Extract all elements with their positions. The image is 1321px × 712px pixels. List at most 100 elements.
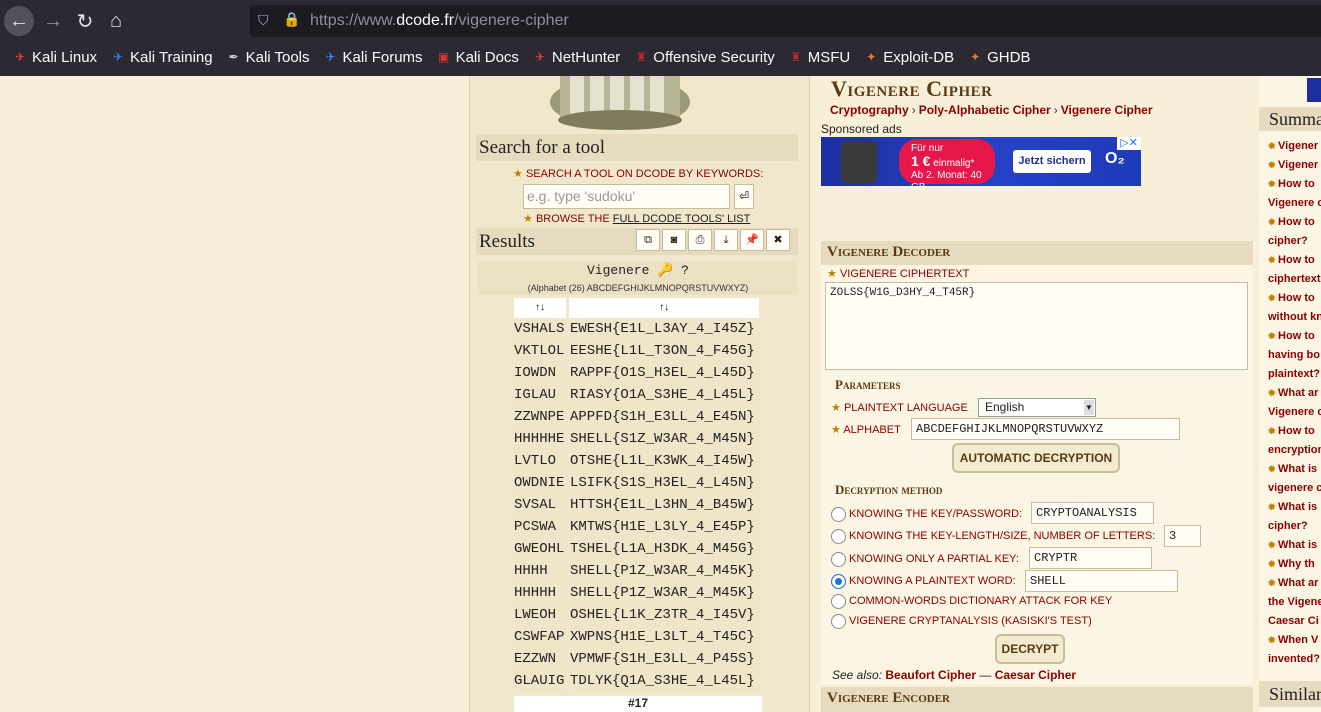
summary-item[interactable]: ✹ What ar: [1268, 574, 1318, 593]
home-button[interactable]: ⌂: [101, 6, 131, 36]
bookmark-item[interactable]: ✒ Kali Tools: [226, 49, 310, 66]
summary-item[interactable]: plaintext?: [1268, 365, 1320, 384]
search-submit-button[interactable]: ⏎: [734, 184, 754, 209]
summary-item[interactable]: cipher?: [1268, 232, 1308, 251]
ad-banner[interactable]: Für nur 1 € einmalig* Ab 2. Monat: 40 GB J…: [821, 137, 1141, 193]
radio-key[interactable]: [831, 507, 846, 522]
summary-item[interactable]: ✹ Vigener: [1268, 156, 1318, 175]
forward-button[interactable]: →: [38, 6, 68, 36]
results-table: ↑↓ ↑↓ VSHALS EWESH{E1L_L3AY_4_I45Z} VKTLOL…: [514, 298, 762, 692]
bookmark-item[interactable]: ✈ NetHunter: [532, 49, 620, 66]
star-icon: ★: [827, 268, 837, 280]
lock-icon: 🔒: [283, 11, 301, 27]
radio-dictionary-attack[interactable]: [831, 594, 846, 609]
bookmark-item[interactable]: ♜ Offensive Security: [633, 49, 775, 66]
ad-cta-button[interactable]: Jetzt sichern: [1013, 150, 1091, 173]
summary-item[interactable]: ✹ How to: [1268, 213, 1315, 232]
full-tools-list-link[interactable]: FULL DCODE TOOLS' LIST: [613, 213, 751, 225]
summary-item[interactable]: ciphertext: [1268, 270, 1321, 289]
plaintext-word-input[interactable]: SHELL: [1025, 570, 1178, 592]
screenshot-button[interactable]: ◙: [662, 229, 686, 251]
summary-item-label: plaintext?: [1268, 368, 1320, 380]
bookmark-item[interactable]: ✈ Kali Training: [110, 49, 213, 66]
key-input[interactable]: CRYPTOANALYSIS: [1031, 502, 1154, 524]
search-heading: Search for a tool: [476, 134, 798, 161]
summary-item[interactable]: ✹ Why th: [1268, 555, 1315, 574]
key-length-input[interactable]: 3: [1164, 525, 1201, 547]
breadcrumb-link[interactable]: Cryptography: [830, 103, 909, 117]
bullet-icon: ✹: [1268, 217, 1279, 227]
ad-offer: Für nur 1 € einmalig* Ab 2. Monat: 40 GB: [899, 139, 995, 193]
beaufort-link[interactable]: Beaufort Cipher: [885, 668, 976, 682]
summary-item[interactable]: ✹ How to: [1268, 422, 1315, 441]
search-input[interactable]: e.g. type 'sudoku': [523, 184, 730, 209]
summary-item[interactable]: having bo: [1268, 346, 1320, 365]
search-label: ★ SEARCH A TOOL ON DCODE BY KEYWORDS:: [513, 168, 764, 180]
summary-item-label: What ar: [1278, 387, 1319, 399]
back-button[interactable]: ←: [4, 6, 34, 36]
summary-item[interactable]: ✹ How to: [1268, 289, 1315, 308]
url-bar[interactable]: ⛉ 🔒 https://www.dcode.fr/vigenere-cipher: [250, 5, 1321, 37]
bookmark-item[interactable]: ✈ Kali Linux: [12, 49, 97, 66]
summary-item[interactable]: Vigenere c: [1268, 194, 1321, 213]
summary-item-label: invented?: [1268, 653, 1320, 665]
bookmark-label: Kali Training: [130, 48, 213, 66]
summary-item-label: cipher?: [1268, 520, 1308, 532]
reload-button[interactable]: ↻: [70, 6, 100, 36]
summary-item[interactable]: ✹ Vigener: [1268, 137, 1318, 156]
table-row: LWEOH OSHEL{L1K_Z3TR_4_I45V}: [514, 604, 762, 626]
download-button[interactable]: ⤓: [714, 229, 738, 251]
summary-item[interactable]: ✹ How to: [1268, 327, 1315, 346]
partial-key-input[interactable]: CRYPTR: [1029, 547, 1152, 569]
summary-item[interactable]: cipher?: [1268, 517, 1308, 536]
download-icon: ⤓: [723, 234, 729, 246]
radio-partial-key[interactable]: [831, 552, 846, 567]
automatic-decryption-button[interactable]: AUTOMATIC DECRYPTION: [952, 443, 1120, 473]
table-row: IGLAU RIASY{O1A_S3HE_4_L45L}: [514, 384, 762, 406]
radio-key-length[interactable]: [831, 529, 846, 544]
summary-item[interactable]: ✹ When V: [1268, 631, 1318, 650]
summary-item-label: vigenere c: [1268, 482, 1321, 494]
url-text: https://www.dcode.fr/vigenere-cipher: [310, 12, 569, 29]
summary-item[interactable]: ✹ What ar: [1268, 384, 1318, 403]
bookmark-item[interactable]: ▣ Kali Docs: [436, 49, 519, 66]
ad-close-icon[interactable]: ▷✕: [1117, 137, 1141, 150]
bookmark-item[interactable]: ♜ MSFU: [788, 49, 850, 66]
summary-item[interactable]: invented?: [1268, 650, 1320, 669]
bookmark-item[interactable]: ✈ Kali Forums: [323, 49, 423, 66]
radio-kasiski[interactable]: [831, 614, 846, 629]
summary-item[interactable]: the Vigene: [1268, 593, 1321, 612]
close-results-button[interactable]: ✖: [766, 229, 790, 251]
summary-item[interactable]: ✹ How to: [1268, 251, 1315, 270]
alphabet-input[interactable]: ABCDEFGHIJKLMNOPQRSTUVWXYZ: [911, 418, 1180, 440]
camera-icon: ◙: [670, 234, 678, 246]
row-key: HHHHHE: [514, 428, 567, 450]
summary-item[interactable]: encryption: [1268, 441, 1321, 460]
sort-key-column[interactable]: ↑↓: [514, 298, 567, 318]
bookmark-item[interactable]: ✦ GHDB: [967, 49, 1030, 66]
print-button[interactable]: ⎙: [688, 229, 712, 251]
table-row: VSHALS EWESH{E1L_L3AY_4_I45Z}: [514, 318, 762, 340]
summary-item[interactable]: without kn: [1268, 308, 1321, 327]
summary-item[interactable]: ✹ What is: [1268, 498, 1317, 517]
row-key: HHHH: [514, 560, 567, 582]
decrypt-button[interactable]: DECRYPT: [995, 634, 1065, 664]
phone-image: [841, 141, 877, 183]
caesar-link[interactable]: Caesar Cipher: [995, 668, 1076, 682]
bookmark-item[interactable]: ✦ Exploit-DB: [863, 49, 954, 66]
radio-plaintext-word[interactable]: [831, 574, 846, 589]
summary-item[interactable]: ✹ How to: [1268, 175, 1315, 194]
breadcrumb-link[interactable]: Vigenere Cipher: [1061, 103, 1153, 117]
sort-text-column[interactable]: ↑↓: [569, 298, 759, 318]
pin-button[interactable]: 📌: [740, 229, 764, 251]
ciphertext-input[interactable]: ZOLSS{W1G_D3HY_4_T45R}: [825, 282, 1248, 370]
bookmark-label: Exploit-DB: [883, 48, 955, 66]
language-select[interactable]: English ▼: [978, 398, 1096, 417]
breadcrumb-link[interactable]: Poly-Alphabetic Cipher: [919, 103, 1051, 117]
summary-item[interactable]: Caesar Ci: [1268, 612, 1319, 631]
summary-item[interactable]: Vigenere c: [1268, 403, 1321, 422]
summary-item[interactable]: vigenere c: [1268, 479, 1321, 498]
summary-item[interactable]: ✹ What is: [1268, 460, 1317, 479]
copy-button[interactable]: ⧉: [636, 229, 660, 251]
summary-item[interactable]: ✹ What is: [1268, 536, 1317, 555]
